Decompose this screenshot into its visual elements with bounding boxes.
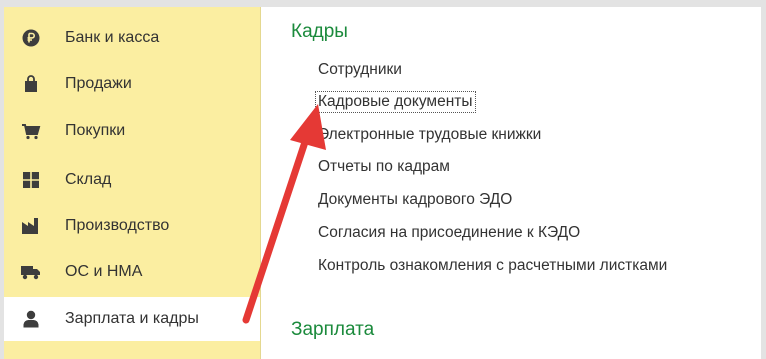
sidebar-item-sales[interactable]: Продажи <box>4 62 260 106</box>
sidebar-item-production[interactable]: Производство <box>4 204 260 248</box>
link-payslip-review-control[interactable]: Контроль ознакомления с расчетными листк… <box>318 256 667 276</box>
warehouse-icon <box>21 170 41 190</box>
sidebar-item-label: Банк и касса <box>65 29 160 46</box>
sidebar-item-salary-hr[interactable]: Зарплата и кадры <box>4 297 260 341</box>
link-electronic-work-books[interactable]: Электронные трудовые книжки <box>318 125 541 145</box>
sidebar-item-label: ОС и НМА <box>65 263 143 280</box>
cart-icon <box>21 121 41 141</box>
ruble-icon <box>21 28 41 48</box>
link-kedo-consents[interactable]: Согласия на присоединение к КЭДО <box>318 223 580 243</box>
sidebar: Банк и касса Продажи Покупки Склад Произ… <box>4 7 261 359</box>
main-panel: Кадры Сотрудники Кадровые документы Элек… <box>261 7 761 359</box>
link-employees[interactable]: Сотрудники <box>318 60 402 80</box>
sidebar-item-label: Покупки <box>65 122 126 139</box>
section-title-salary: Зарплата <box>291 319 375 340</box>
sidebar-item-warehouse[interactable]: Склад <box>4 158 260 202</box>
link-hr-reports[interactable]: Отчеты по кадрам <box>318 157 450 177</box>
link-hr-edo-documents[interactable]: Документы кадрового ЭДО <box>318 190 512 210</box>
sidebar-item-label: Производство <box>65 217 170 234</box>
sidebar-item-label: Склад <box>65 171 112 188</box>
sidebar-item-bank[interactable]: Банк и касса <box>4 16 260 60</box>
person-icon <box>21 309 41 329</box>
sidebar-item-label: Зарплата и кадры <box>65 310 199 327</box>
factory-icon <box>21 216 41 236</box>
sidebar-item-label: Продажи <box>65 75 132 92</box>
truck-icon <box>21 262 41 282</box>
shopping-bag-icon <box>21 74 41 94</box>
sidebar-item-purchases[interactable]: Покупки <box>4 109 260 153</box>
section-title-hr: Кадры <box>291 21 348 42</box>
link-hr-documents[interactable]: Кадровые документы <box>315 91 476 113</box>
sidebar-item-fixed-assets[interactable]: ОС и НМА <box>4 250 260 294</box>
